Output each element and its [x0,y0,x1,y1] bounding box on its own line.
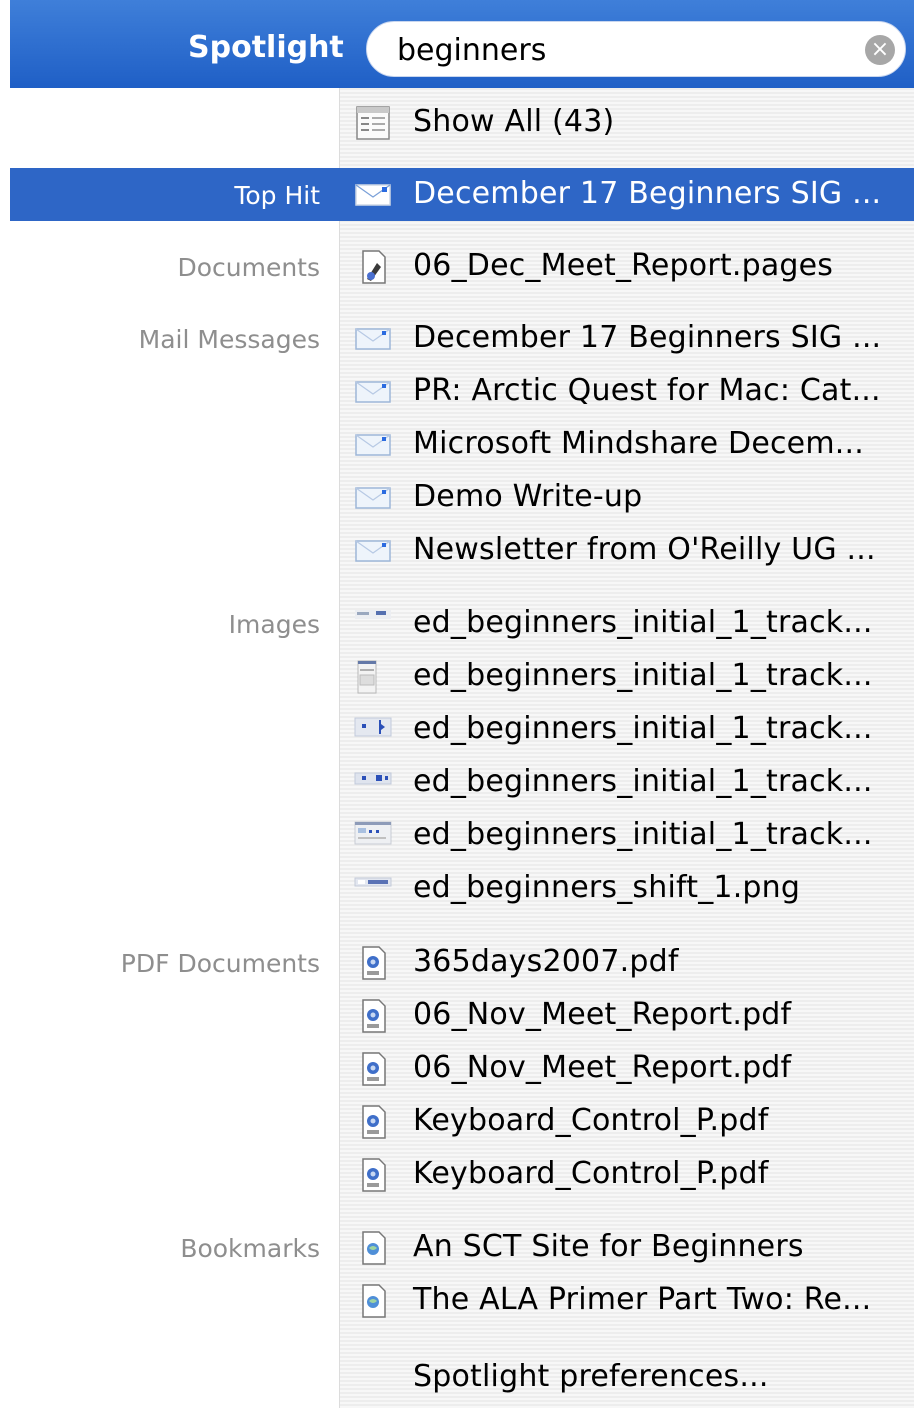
result-title: An SCT Site for Beginners [413,1229,804,1264]
bookmark-icon [362,1284,386,1318]
category-bookmarks: Bookmarks [180,1234,320,1263]
result-row[interactable]: PDF Documents 365days2007.pdf [10,936,914,989]
pdf-document-icon [362,999,386,1033]
mail-icon [355,381,391,403]
image-thumbnail-icon [354,821,392,845]
result-row[interactable]: ed_beginners_shift_1.png [10,862,914,915]
category-images: Images [228,610,320,639]
result-row[interactable]: 06_Nov_Meet_Report.pdf [10,1042,914,1095]
category-mail-messages: Mail Messages [138,325,320,354]
result-title: ed_beginners_initial_1_track... [413,764,873,799]
result-row[interactable]: ed_beginners_initial_1_track... [10,650,914,703]
category-documents: Documents [177,253,320,282]
result-row[interactable]: ed_beginners_initial_1_track... [10,756,914,809]
spotlight-preferences-label: Spotlight preferences... [413,1359,769,1394]
result-row[interactable]: The ALA Primer Part Two: Re... [10,1274,914,1327]
pages-document-icon [362,250,386,284]
top-hit-row[interactable]: Top Hit December 17 Beginners SIG ... [10,168,914,221]
clear-search-icon[interactable]: × [865,35,895,65]
result-row[interactable]: Newsletter from O'Reilly UG ... [10,524,914,577]
spotlight-title: Spotlight [188,30,344,65]
result-title: Keyboard_Control_P.pdf [413,1103,769,1138]
mail-icon [355,434,391,456]
result-title: ed_beginners_initial_1_track... [413,658,873,693]
result-title: Microsoft Mindshare Decem... [413,426,864,461]
result-title: ed_beginners_shift_1.png [413,870,801,905]
top-hit-title: December 17 Beginners SIG ... [413,176,882,211]
result-row[interactable]: ed_beginners_initial_1_track... [10,809,914,862]
spotlight-header: Spotlight × [10,0,914,88]
result-title: Newsletter from O'Reilly UG ... [413,532,876,567]
image-thumbnail-icon [354,772,392,785]
result-row[interactable]: Keyboard_Control_P.pdf [10,1148,914,1201]
result-row[interactable]: Documents 06_Dec_Meet_Report.pages [10,240,914,293]
category-top-hit: Top Hit [234,181,320,210]
image-thumbnail-icon [354,717,392,737]
result-row[interactable]: PR: Arctic Quest for Mac: Cat... [10,365,914,418]
result-title: 06_Nov_Meet_Report.pdf [413,997,792,1032]
pdf-document-icon [362,1158,386,1192]
result-row[interactable]: Bookmarks An SCT Site for Beginners [10,1221,914,1274]
bookmark-icon [362,1231,386,1265]
pdf-document-icon [362,1105,386,1139]
result-row[interactable]: Mail Messages December 17 Beginners SIG … [10,312,914,365]
spotlight-preferences-row[interactable]: Spotlight preferences... [10,1351,914,1404]
show-all-label: Show All (43) [413,104,615,139]
search-field[interactable]: × [366,21,906,77]
result-title: 365days2007.pdf [413,944,679,979]
result-row[interactable]: ed_beginners_initial_1_track... [10,703,914,756]
show-all-icon [356,106,390,140]
mail-icon [355,540,391,562]
result-title: ed_beginners_initial_1_track... [413,817,873,852]
result-title: The ALA Primer Part Two: Re... [413,1282,872,1317]
result-title: 06_Dec_Meet_Report.pages [413,248,834,283]
result-row[interactable]: Demo Write-up [10,471,914,524]
mail-icon [355,487,391,509]
result-row[interactable]: Keyboard_Control_P.pdf [10,1095,914,1148]
image-thumbnail-icon [354,877,392,887]
pdf-document-icon [362,946,386,980]
result-title: Keyboard_Control_P.pdf [413,1156,769,1191]
result-row[interactable]: 06_Nov_Meet_Report.pdf [10,989,914,1042]
result-title: December 17 Beginners SIG ... [413,320,882,355]
pdf-document-icon [362,1052,386,1086]
result-title: Demo Write-up [413,479,643,514]
result-title: ed_beginners_initial_1_track... [413,605,873,640]
search-input[interactable] [397,32,837,68]
category-pdf-documents: PDF Documents [120,949,320,978]
result-title: ed_beginners_initial_1_track... [413,711,873,746]
result-title: PR: Arctic Quest for Mac: Cat... [413,373,881,408]
mail-icon [355,328,391,350]
result-row[interactable]: Images ed_beginners_initial_1_track... [10,597,914,650]
mail-icon [355,184,391,206]
image-thumbnail-icon [357,660,377,694]
image-thumbnail-icon [355,610,391,619]
result-row[interactable]: Microsoft Mindshare Decem... [10,418,914,471]
result-title: 06_Nov_Meet_Report.pdf [413,1050,792,1085]
show-all-row[interactable]: Show All (43) [10,96,914,149]
